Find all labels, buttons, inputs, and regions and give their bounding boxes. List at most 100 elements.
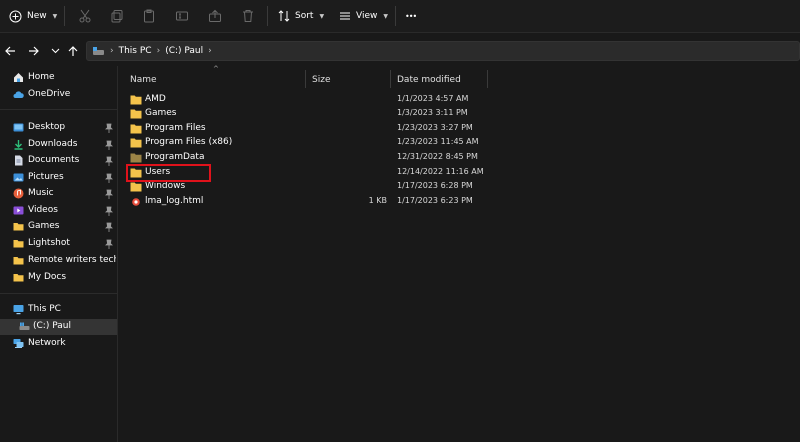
recent-locations-chevron-icon[interactable] xyxy=(48,44,62,58)
sidebar-item-c-drive[interactable]: (C:) Paul xyxy=(0,319,117,335)
file-date: 1/17/2023 6:28 PM xyxy=(397,181,473,190)
sidebar-item-remote-writers-tech[interactable]: Remote writers tech xyxy=(0,253,117,269)
sidebar-item-label: Home xyxy=(28,72,55,82)
breadcrumb-chevron-icon: › xyxy=(110,46,114,56)
folder-icon xyxy=(130,138,142,148)
sidebar-item-onedrive[interactable]: OneDrive xyxy=(0,87,117,103)
rename-icon[interactable] xyxy=(174,8,190,24)
breadcrumb-chevron-icon: › xyxy=(156,46,161,56)
toolbar-divider xyxy=(64,6,65,26)
file-date: 1/23/2023 3:27 PM xyxy=(397,123,473,132)
sort-ascending-icon: ^ xyxy=(213,65,219,73)
sidebar-item-music[interactable]: Music xyxy=(0,186,117,202)
file-name: Program Files xyxy=(145,123,206,133)
sort-icon xyxy=(278,10,290,22)
view-button[interactable]: View ▼ xyxy=(339,5,388,27)
sidebar-item-label: Music xyxy=(28,188,54,198)
network-icon xyxy=(13,339,24,348)
folder-icon xyxy=(13,223,24,231)
delete-icon[interactable] xyxy=(240,8,256,24)
toolbar-divider xyxy=(267,6,268,26)
file-name: lma_log.html xyxy=(145,196,204,206)
sidebar-item-games[interactable]: Games xyxy=(0,219,117,235)
file-date: 1/3/2023 3:11 PM xyxy=(397,108,468,117)
home-icon xyxy=(14,73,23,82)
command-bar: New ▼ Sort ▼ View ▼ ••• xyxy=(0,0,800,33)
sidebar-item-documents[interactable]: Documents xyxy=(0,153,117,169)
sidebar-item-downloads[interactable]: Downloads xyxy=(0,137,117,153)
plus-circle-icon xyxy=(9,10,22,22)
back-arrow-icon[interactable] xyxy=(3,44,17,58)
sort-button[interactable]: Sort ▼ xyxy=(278,5,324,27)
highlight-box xyxy=(126,164,211,182)
file-row[interactable]: Games 1/3/2023 3:11 PM xyxy=(117,107,800,121)
sidebar-item-label: OneDrive xyxy=(28,89,71,99)
navigation-pane: Home OneDrive Desktop Downloads Document… xyxy=(0,68,117,442)
sidebar-item-label: Remote writers tech xyxy=(28,255,116,265)
sidebar-divider xyxy=(0,293,117,294)
file-row[interactable]: Windows 1/17/2023 6:28 PM xyxy=(117,180,800,194)
sidebar-divider xyxy=(0,109,117,110)
address-bar[interactable]: › This PC › (C:) Paul › xyxy=(86,41,800,61)
column-header-size[interactable]: Size xyxy=(312,75,330,85)
music-icon xyxy=(13,188,24,199)
sidebar-item-label: Pictures xyxy=(28,172,64,182)
file-row[interactable]: Program Files 1/23/2023 3:27 PM xyxy=(117,122,800,136)
file-row[interactable]: lma_log.html 1 KB 1/17/2023 6:23 PM xyxy=(117,195,800,209)
hidden-folder-icon xyxy=(130,153,142,163)
sidebar-item-label: Desktop xyxy=(28,122,66,132)
copy-icon[interactable] xyxy=(109,8,125,24)
file-row[interactable]: ProgramData 12/31/2022 8:45 PM xyxy=(117,151,800,165)
file-row[interactable]: Users 12/14/2022 11:16 AM xyxy=(117,166,800,180)
sidebar-item-pictures[interactable]: Pictures xyxy=(0,170,117,186)
file-size: 1 KB xyxy=(368,196,387,205)
sidebar-item-my-docs[interactable]: My Docs xyxy=(0,270,117,286)
pin-icon xyxy=(105,189,113,199)
forward-arrow-icon[interactable] xyxy=(26,44,40,58)
sidebar-item-videos[interactable]: Videos xyxy=(0,203,117,219)
sidebar-item-desktop[interactable]: Desktop xyxy=(0,120,117,136)
cut-icon[interactable] xyxy=(77,8,93,24)
sidebar-item-home[interactable]: Home xyxy=(0,70,117,86)
breadcrumb-c-drive[interactable]: (C:) Paul xyxy=(165,46,203,56)
folder-icon xyxy=(130,95,142,105)
file-row[interactable]: Program Files (x86) 1/23/2023 11:45 AM xyxy=(117,136,800,150)
more-options-button[interactable]: ••• xyxy=(405,5,417,27)
column-resize-handle[interactable] xyxy=(390,70,391,88)
file-date: 1/17/2023 6:23 PM xyxy=(397,196,473,205)
file-date: 12/31/2022 8:45 PM xyxy=(397,152,478,161)
column-resize-handle[interactable] xyxy=(487,70,488,88)
toolbar-divider xyxy=(395,6,396,26)
sidebar-item-label: Downloads xyxy=(28,139,78,149)
sidebar-item-lightshot[interactable]: Lightshot xyxy=(0,236,117,252)
column-header-name[interactable]: Name xyxy=(130,75,157,85)
chevron-down-icon: ▼ xyxy=(52,12,58,20)
desktop-icon xyxy=(13,123,24,132)
drive-icon xyxy=(19,322,30,330)
new-button[interactable]: New ▼ xyxy=(9,5,57,27)
column-resize-handle[interactable] xyxy=(305,70,306,88)
share-icon[interactable] xyxy=(207,8,223,24)
pictures-icon xyxy=(13,173,24,182)
pin-icon xyxy=(105,140,113,150)
pin-icon xyxy=(105,156,113,166)
download-icon xyxy=(14,140,23,150)
pin-icon xyxy=(105,222,113,232)
sidebar-item-network[interactable]: Network xyxy=(0,336,117,352)
folder-icon xyxy=(130,124,142,134)
document-icon xyxy=(15,155,23,166)
file-name: Windows xyxy=(145,181,186,191)
file-date: 12/14/2022 11:16 AM xyxy=(397,167,484,176)
sidebar-item-this-pc[interactable]: This PC xyxy=(0,302,117,318)
paste-icon[interactable] xyxy=(141,8,157,24)
pin-icon xyxy=(105,123,113,133)
chevron-down-icon: ▼ xyxy=(383,12,388,20)
drive-icon xyxy=(93,47,104,55)
column-header-date-modified[interactable]: Date modified xyxy=(397,75,461,85)
file-name: ProgramData xyxy=(145,152,205,162)
file-row[interactable]: AMD 1/1/2023 4:57 AM xyxy=(117,93,800,107)
breadcrumb-this-pc[interactable]: This PC xyxy=(119,46,152,56)
more-icon: ••• xyxy=(405,11,417,21)
up-arrow-icon[interactable] xyxy=(66,44,80,58)
html-file-icon xyxy=(132,198,140,206)
